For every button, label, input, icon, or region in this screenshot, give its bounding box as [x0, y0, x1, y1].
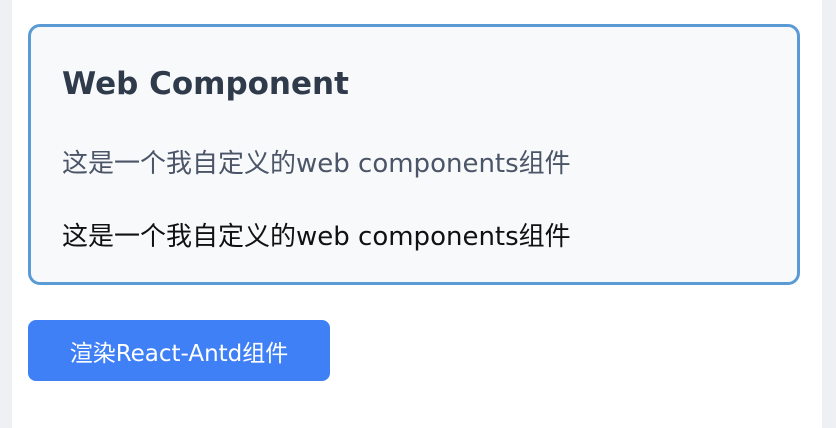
- page-left-edge: [0, 0, 12, 428]
- component-text-secondary: 这是一个我自定义的web components组件: [62, 222, 571, 252]
- page-right-edge: [822, 0, 836, 428]
- card-title: Web Component: [62, 66, 349, 102]
- component-text-primary: 这是一个我自定义的web components组件: [62, 149, 571, 179]
- web-component-card: Web Component 这是一个我自定义的web components组件 …: [28, 24, 800, 285]
- render-react-antd-button[interactable]: 渲染React-Antd组件: [28, 320, 330, 381]
